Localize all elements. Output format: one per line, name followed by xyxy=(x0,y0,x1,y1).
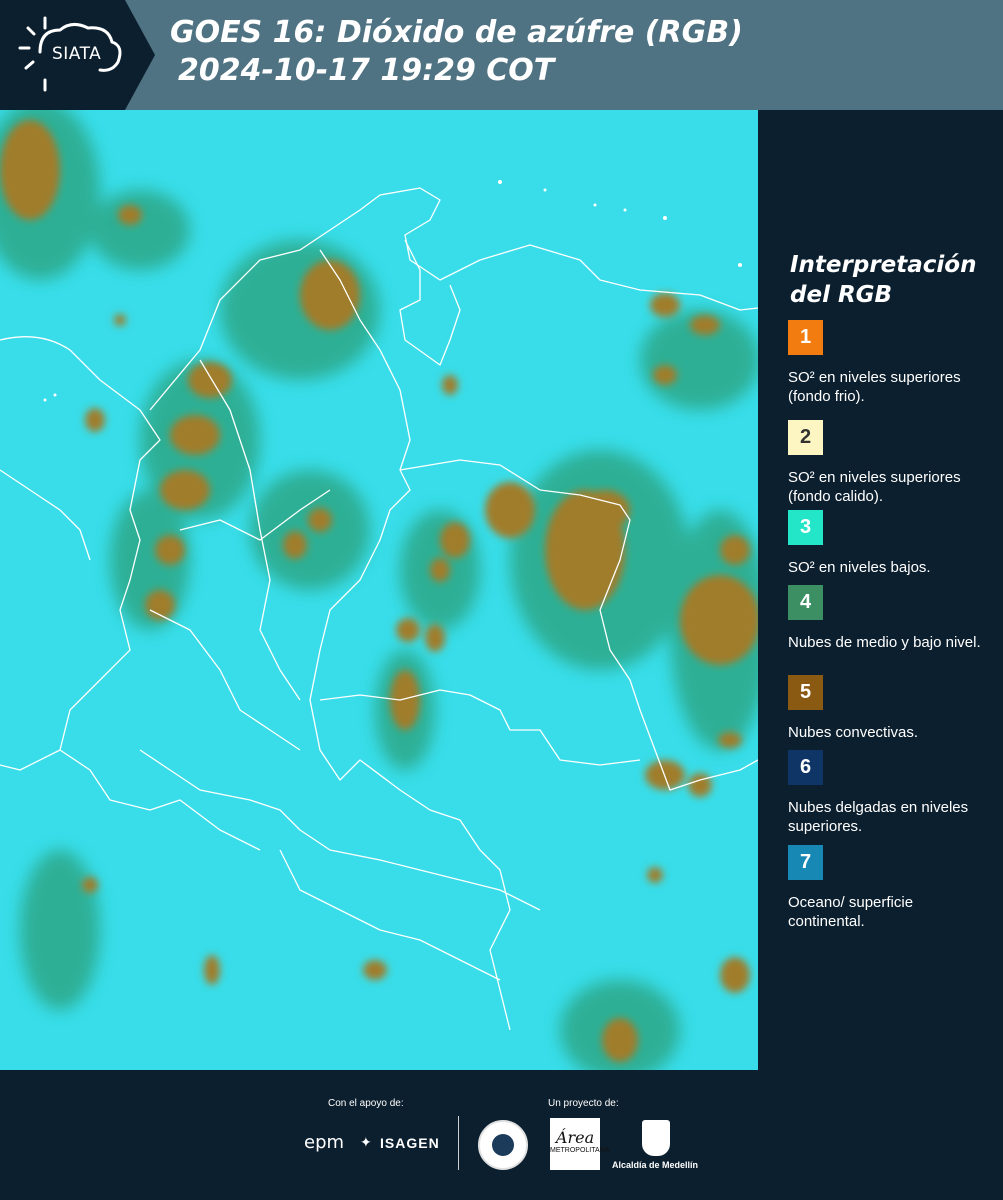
legend-swatch: 3 xyxy=(788,510,823,545)
header: SIATA GOES 16: Dióxido de azúfre (RGB) 2… xyxy=(0,0,1003,110)
title-line-2: 2024-10-17 19:29 COT xyxy=(178,53,555,88)
epm-logo: epm xyxy=(304,1132,345,1153)
legend-item: 6 Nubes delgadas en niveles superiores. xyxy=(788,750,988,836)
legend-swatch: 2 xyxy=(788,420,823,455)
legend-label: Nubes de medio y bajo nivel. xyxy=(788,634,981,651)
legend-swatch: 4 xyxy=(788,585,823,620)
isagen-icon: ✦ xyxy=(360,1134,372,1150)
legend-item: 2 SO² en niveles superiores (fondo calido… xyxy=(788,420,988,506)
legend-item: 4 Nubes de medio y bajo nivel. xyxy=(788,585,988,652)
alcaldia-shield-icon xyxy=(642,1120,670,1156)
amva-main-text: Área xyxy=(555,1128,595,1147)
project-label: Un proyecto de: xyxy=(548,1098,619,1109)
legend-label: SO² en niveles superiores (fondo calido)… xyxy=(788,469,961,505)
legend-swatch: 7 xyxy=(788,845,823,880)
legend-swatch: 1 xyxy=(788,320,823,355)
page-title: GOES 16: Dióxido de azúfre (RGB) 2024-10… xyxy=(170,14,743,90)
legend-label: Nubes delgadas en niveles superiores. xyxy=(788,799,969,835)
isagen-logo: ISAGEN xyxy=(380,1135,440,1151)
amva-logo: Área METROPOLITANA xyxy=(550,1118,609,1170)
medellin-seal-icon xyxy=(478,1120,528,1170)
footer: Con el apoyo de: Un proyecto de: epm ✦ I… xyxy=(0,1070,1003,1200)
legend-swatch: 5 xyxy=(788,675,823,710)
siata-logo: SIATA xyxy=(0,0,155,110)
footer-divider xyxy=(458,1116,459,1170)
legend-label: SO² en niveles bajos. xyxy=(788,559,931,576)
legend-label: Oceano/ superficie continental. xyxy=(788,894,914,930)
rgb-legend: Interpretación del RGB 1 SO² en niveles s… xyxy=(760,110,1003,1070)
support-label: Con el apoyo de: xyxy=(328,1098,404,1109)
legend-title-line-2: del RGB xyxy=(790,282,893,308)
legend-title: Interpretación del RGB xyxy=(790,250,976,310)
legend-item: 5 Nubes convectivas. xyxy=(788,675,988,742)
legend-item: 3 SO² en niveles bajos. xyxy=(788,510,988,577)
legend-label: SO² en niveles superiores (fondo frio). xyxy=(788,369,961,405)
legend-title-line-1: Interpretación xyxy=(790,252,977,278)
logo-text: SIATA xyxy=(52,44,102,64)
legend-swatch: 6 xyxy=(788,750,823,785)
legend-label: Nubes convectivas. xyxy=(788,724,919,741)
amva-sub-text: METROPOLITANA xyxy=(550,1147,610,1154)
legend-item: 7 Oceano/ superficie continental. xyxy=(788,845,988,931)
alcaldia-logo: Alcaldía de Medellín xyxy=(612,1160,699,1170)
legend-item: 1 SO² en niveles superiores (fondo frio). xyxy=(788,320,988,406)
title-line-1: GOES 16: Dióxido de azúfre (RGB) xyxy=(170,15,743,50)
satellite-map[interactable] xyxy=(0,110,758,1070)
